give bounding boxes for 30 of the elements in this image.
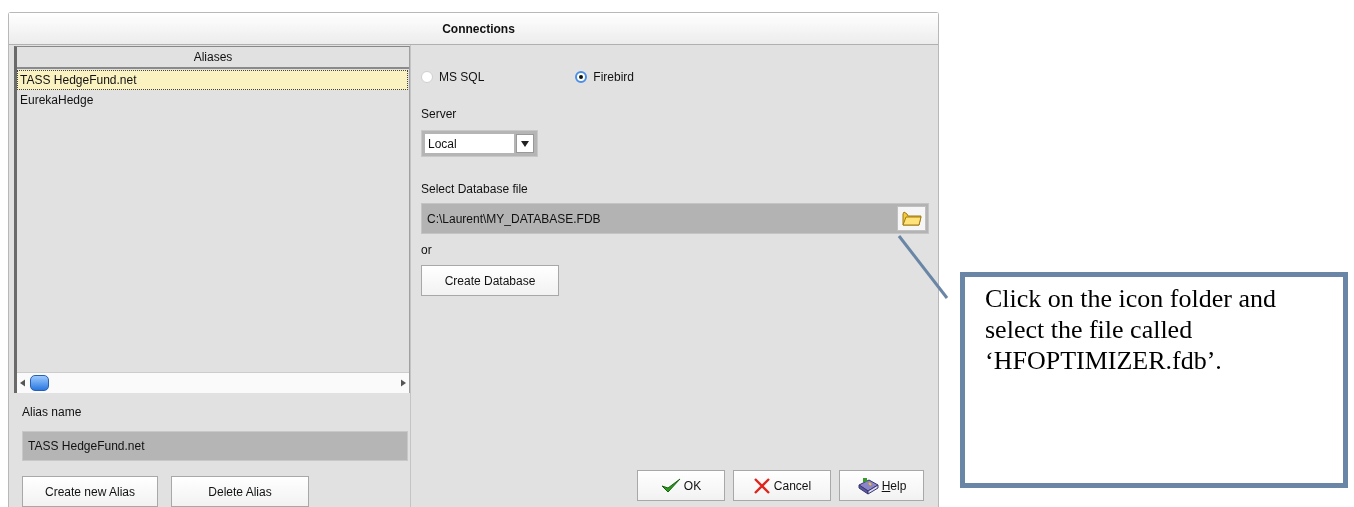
help-button[interactable]: Help [839, 470, 924, 501]
alias-name-field[interactable]: TASS HedgeFund.net [22, 431, 408, 461]
folder-icon [901, 211, 922, 226]
database-file-label: Select Database file [421, 182, 528, 196]
server-label: Server [421, 107, 457, 121]
checkmark-icon [660, 477, 681, 494]
database-file-field[interactable]: C:\Laurent\MY_DATABASE.FDB [421, 203, 929, 234]
or-label: or [421, 243, 432, 257]
alias-name-label: Alias name [22, 405, 82, 419]
cross-icon [752, 476, 771, 495]
scroll-thumb[interactable] [30, 375, 49, 391]
horizontal-scrollbar[interactable] [17, 372, 409, 393]
alias-list-item[interactable]: EurekaHedge [17, 90, 408, 110]
radio-label[interactable]: MS SQL [439, 70, 485, 84]
radio-button[interactable] [421, 71, 433, 83]
server-dropdown[interactable]: Local [421, 130, 538, 157]
radio-label[interactable]: Firebird [593, 70, 635, 84]
window-title: Connections [441, 21, 515, 36]
alias-list-item[interactable]: TASS HedgeFund.net [17, 70, 408, 90]
callout-text: Click on the icon folder and select the file called ‘HFOPTIMIZER.fdb’. [985, 283, 1277, 377]
radio-button[interactable] [575, 71, 588, 83]
book-icon [856, 476, 879, 495]
dropdown-arrow-icon [521, 140, 529, 147]
ok-button[interactable]: OK [637, 470, 725, 501]
create-database-button[interactable]: Create Database [421, 265, 559, 296]
cancel-button[interactable]: Cancel [733, 470, 831, 501]
browse-folder-button[interactable] [897, 206, 926, 231]
delete-alias-button[interactable]: Delete Alias [171, 476, 309, 507]
create-alias-button[interactable]: Create new Alias [22, 476, 158, 507]
leader-line [897, 235, 949, 299]
